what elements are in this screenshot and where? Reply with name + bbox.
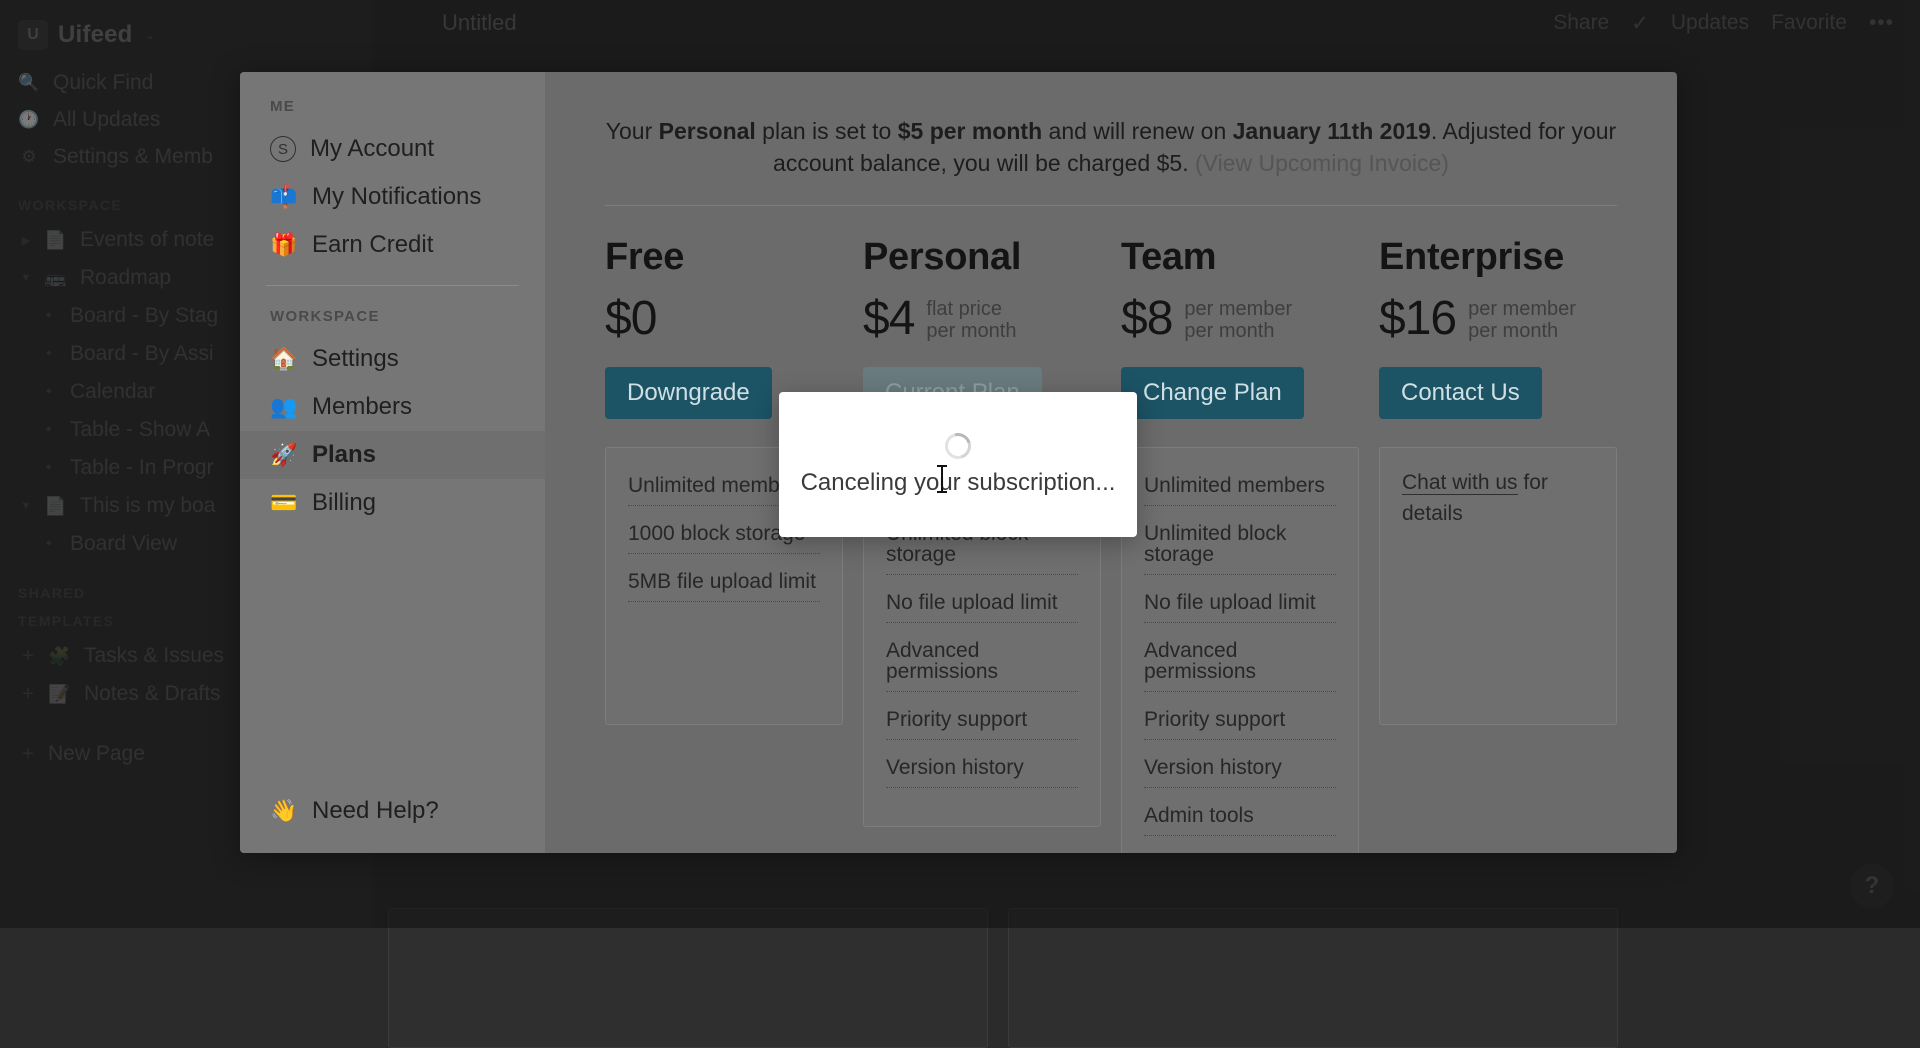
settings-nav-label: My Account bbox=[310, 135, 434, 163]
settings-nav-label: Earn Credit bbox=[312, 231, 433, 259]
chat-with-us-link[interactable]: Chat with us bbox=[1402, 471, 1518, 495]
settings-nav-divider bbox=[266, 285, 519, 286]
plan-price: $8 bbox=[1121, 291, 1172, 346]
plan-name: Enterprise bbox=[1379, 236, 1617, 279]
settings-nav-settings[interactable]: 🏠 Settings bbox=[240, 335, 545, 383]
rocket-icon: 🚀 bbox=[270, 442, 298, 468]
plan-price: $16 bbox=[1379, 291, 1456, 346]
contact-us-button[interactable]: Contact Us bbox=[1379, 367, 1542, 419]
plan-columns: Free $0 Downgrade Unlimited members 1000… bbox=[605, 236, 1617, 853]
change-plan-button[interactable]: Change Plan bbox=[1121, 367, 1304, 419]
canceling-message: Canceling your subscription... bbox=[801, 469, 1116, 497]
plan-card-personal: Personal $4 flat price per month Current… bbox=[863, 236, 1101, 853]
plan-card-free: Free $0 Downgrade Unlimited members 1000… bbox=[605, 236, 843, 853]
settings-nav-my-account[interactable]: S My Account bbox=[240, 125, 545, 173]
mailbox-icon: 📫 bbox=[270, 184, 298, 210]
credit-card-icon: 💳 bbox=[270, 490, 298, 516]
feature-item[interactable]: Priority support bbox=[1144, 702, 1336, 740]
plan-card-team: Team $8 per member per month Change Plan… bbox=[1121, 236, 1359, 853]
settings-sidebar: ME S My Account 📫 My Notifications 🎁 Ear… bbox=[240, 72, 545, 853]
feature-item[interactable]: Version history bbox=[886, 750, 1078, 788]
plan-price-row: $16 per member per month bbox=[1379, 291, 1617, 349]
need-help-button[interactable]: 👋 Need Help? bbox=[240, 797, 469, 825]
settings-nav-my-notifications[interactable]: 📫 My Notifications bbox=[240, 173, 545, 221]
settings-nav-label: My Notifications bbox=[312, 183, 481, 211]
plan-price-row: $8 per member per month bbox=[1121, 291, 1359, 349]
plan-name: Team bbox=[1121, 236, 1359, 279]
board-column-right bbox=[1008, 908, 1618, 1048]
loading-spinner-icon bbox=[940, 428, 976, 464]
feature-item[interactable]: No file upload limit bbox=[886, 585, 1078, 623]
plan-features-team: Unlimited members Unlimited block storag… bbox=[1121, 447, 1359, 853]
feature-item[interactable]: Unlimited block storage bbox=[1144, 516, 1336, 575]
banner-renew-date: January 11th 2019 bbox=[1233, 118, 1431, 144]
plan-unit: per member per month bbox=[1184, 298, 1292, 343]
enterprise-note: Chat with us for details bbox=[1402, 468, 1594, 529]
feature-item[interactable]: Priority support bbox=[886, 702, 1078, 740]
board-column-left bbox=[388, 908, 988, 1048]
plan-unit: per member per month bbox=[1468, 298, 1576, 343]
feature-item[interactable]: No file upload limit bbox=[1144, 585, 1336, 623]
feature-item[interactable]: Admin tools bbox=[1144, 798, 1336, 836]
plan-features-enterprise: Chat with us for details bbox=[1379, 447, 1617, 725]
settings-nav-label: Plans bbox=[312, 441, 376, 469]
canceling-subscription-dialog: Canceling your subscription... bbox=[779, 392, 1137, 537]
people-icon: 👥 bbox=[270, 394, 298, 420]
banner-plan-name: Personal bbox=[659, 118, 756, 144]
plan-unit: flat price per month bbox=[926, 298, 1016, 343]
plan-price: $0 bbox=[605, 291, 656, 346]
need-help-label: Need Help? bbox=[312, 797, 439, 825]
current-plan-banner: Your Personal plan is set to $5 per mont… bbox=[605, 116, 1617, 206]
plan-card-enterprise: Enterprise $16 per member per month Cont… bbox=[1379, 236, 1617, 853]
settings-nav-billing[interactable]: 💳 Billing bbox=[240, 479, 545, 527]
text-cursor-icon bbox=[941, 466, 943, 492]
feature-item[interactable]: 5MB file upload limit bbox=[628, 564, 820, 602]
settings-nav-earn-credit[interactable]: 🎁 Earn Credit bbox=[240, 221, 545, 269]
settings-nav-plans[interactable]: 🚀 Plans bbox=[240, 431, 545, 479]
plan-name: Free bbox=[605, 236, 843, 279]
view-upcoming-invoice-link[interactable]: (View Upcoming Invoice) bbox=[1195, 150, 1449, 176]
waving-hand-icon: 👋 bbox=[270, 798, 298, 824]
plan-price: $4 bbox=[863, 291, 914, 346]
feature-item[interactable]: Version history bbox=[1144, 750, 1336, 788]
feature-item[interactable]: Advanced permissions bbox=[1144, 633, 1336, 692]
settings-nav-members[interactable]: 👥 Members bbox=[240, 383, 545, 431]
account-circle-icon: S bbox=[270, 136, 296, 162]
banner-text-1: Your bbox=[606, 118, 659, 144]
house-icon: 🏠 bbox=[270, 346, 298, 372]
settings-section-me: ME bbox=[240, 94, 545, 125]
plan-name: Personal bbox=[863, 236, 1101, 279]
banner-price: $5 per month bbox=[898, 118, 1042, 144]
plan-price-row: $4 flat price per month bbox=[863, 291, 1101, 349]
feature-item[interactable]: Unlimited members bbox=[1144, 468, 1336, 506]
feature-item[interactable]: Advanced permissions bbox=[886, 633, 1078, 692]
downgrade-button[interactable]: Downgrade bbox=[605, 367, 772, 419]
gift-icon: 🎁 bbox=[270, 232, 298, 258]
banner-text-2: plan is set to bbox=[756, 118, 898, 144]
settings-nav-label: Billing bbox=[312, 489, 376, 517]
settings-section-workspace: WORKSPACE bbox=[240, 304, 545, 335]
banner-text-3: and will renew on bbox=[1042, 118, 1233, 144]
settings-nav-label: Members bbox=[312, 393, 412, 421]
settings-nav-label: Settings bbox=[312, 345, 399, 373]
plan-price-row: $0 bbox=[605, 291, 843, 349]
